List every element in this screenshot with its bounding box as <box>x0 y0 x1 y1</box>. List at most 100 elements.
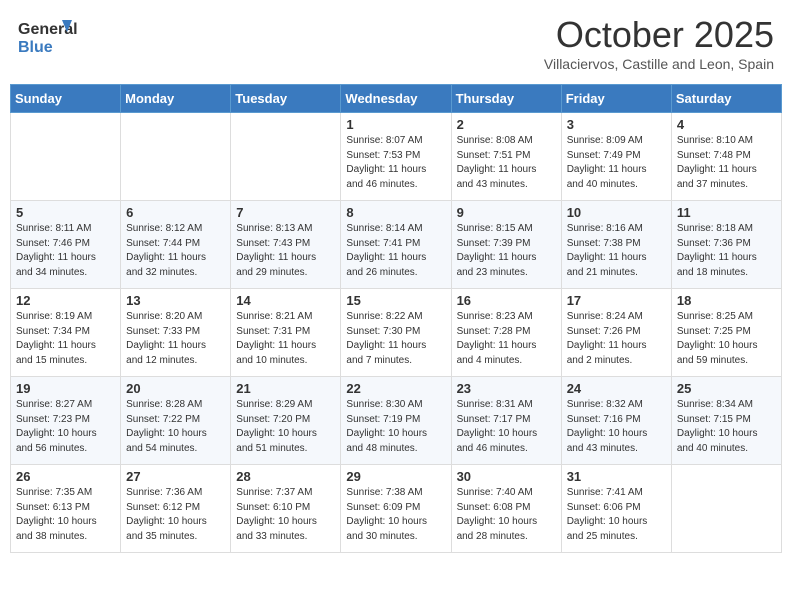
day-info: Sunrise: 8:19 AM Sunset: 7:34 PM Dayligh… <box>16 310 115 368</box>
calendar-cell: 10 Sunrise: 8:16 AM Sunset: 7:38 PM Dayli… <box>561 201 671 289</box>
calendar-cell: 5Sunrise: 8:11 AM Sunset: 7:46 PM Daylig… <box>11 201 121 289</box>
col-friday: Friday <box>561 85 671 113</box>
calendar-header: Sunday Monday Tuesday Wednesday Thursday… <box>11 85 782 113</box>
day-info: Sunrise: 8:29 AM Sunset: 7:20 PM Dayligh… <box>236 398 335 456</box>
day-info: Sunrise: 7:40 AM Sunset: 6:08 PM Dayligh… <box>457 486 556 544</box>
day-info: Sunrise: 8:28 AM Sunset: 7:22 PM Dayligh… <box>126 398 225 456</box>
day-info: Sunrise: 8:22 AM Sunset: 7:30 PM Dayligh… <box>346 310 445 368</box>
day-number: 29 <box>346 469 445 484</box>
col-sunday: Sunday <box>11 85 121 113</box>
col-monday: Monday <box>121 85 231 113</box>
day-info: Sunrise: 7:41 AM Sunset: 6:06 PM Dayligh… <box>567 486 666 544</box>
month-title: October 2025 <box>544 14 774 56</box>
day-info: Sunrise: 8:31 AM Sunset: 7:17 PM Dayligh… <box>457 398 556 456</box>
day-info: Sunrise: 8:15 AM Sunset: 7:39 PM Dayligh… <box>457 222 556 280</box>
calendar-cell <box>231 113 341 201</box>
calendar-cell: 9Sunrise: 8:15 AM Sunset: 7:39 PM Daylig… <box>451 201 561 289</box>
calendar-cell: 16 Sunrise: 8:23 AM Sunset: 7:28 PM Dayli… <box>451 289 561 377</box>
col-tuesday: Tuesday <box>231 85 341 113</box>
day-info: Sunrise: 8:21 AM Sunset: 7:31 PM Dayligh… <box>236 310 335 368</box>
calendar-week-5: 26 Sunrise: 7:35 AM Sunset: 6:13 PM Dayli… <box>11 465 782 553</box>
calendar-cell: 27Sunrise: 7:36 AM Sunset: 6:12 PM Dayli… <box>121 465 231 553</box>
day-info: Sunrise: 8:32 AM Sunset: 7:16 PM Dayligh… <box>567 398 666 456</box>
svg-text:Blue: Blue <box>18 39 53 56</box>
day-number: 18 <box>677 293 776 308</box>
location-subtitle: Villaciervos, Castille and Leon, Spain <box>544 56 774 72</box>
day-info: Sunrise: 8:09 AM Sunset: 7:49 PM Dayligh… <box>567 134 666 192</box>
col-saturday: Saturday <box>671 85 781 113</box>
calendar-week-4: 19 Sunrise: 8:27 AM Sunset: 7:23 PM Dayli… <box>11 377 782 465</box>
calendar-cell: 30Sunrise: 7:40 AM Sunset: 6:08 PM Dayli… <box>451 465 561 553</box>
day-info: Sunrise: 8:12 AM Sunset: 7:44 PM Dayligh… <box>126 222 225 280</box>
day-number: 10 <box>567 205 666 220</box>
calendar-cell: 23 Sunrise: 8:31 AM Sunset: 7:17 PM Dayli… <box>451 377 561 465</box>
day-info: Sunrise: 8:24 AM Sunset: 7:26 PM Dayligh… <box>567 310 666 368</box>
day-info: Sunrise: 8:23 AM Sunset: 7:28 PM Dayligh… <box>457 310 556 368</box>
day-number: 1 <box>346 117 445 132</box>
day-info: Sunrise: 8:18 AM Sunset: 7:36 PM Dayligh… <box>677 222 776 280</box>
logo-icon: General Blue <box>18 14 78 58</box>
day-number: 20 <box>126 381 225 396</box>
calendar-cell: 12Sunrise: 8:19 AM Sunset: 7:34 PM Dayli… <box>11 289 121 377</box>
day-info: Sunrise: 7:38 AM Sunset: 6:09 PM Dayligh… <box>346 486 445 544</box>
calendar-cell: 3 Sunrise: 8:09 AM Sunset: 7:49 PM Daylig… <box>561 113 671 201</box>
calendar-cell: 28Sunrise: 7:37 AM Sunset: 6:10 PM Dayli… <box>231 465 341 553</box>
logo: General Blue <box>18 14 78 58</box>
calendar-cell: 13 Sunrise: 8:20 AM Sunset: 7:33 PM Dayli… <box>121 289 231 377</box>
day-number: 3 <box>567 117 666 132</box>
day-number: 21 <box>236 381 335 396</box>
day-number: 17 <box>567 293 666 308</box>
day-info: Sunrise: 8:13 AM Sunset: 7:43 PM Dayligh… <box>236 222 335 280</box>
day-number: 13 <box>126 293 225 308</box>
day-number: 25 <box>677 381 776 396</box>
day-info: Sunrise: 8:16 AM Sunset: 7:38 PM Dayligh… <box>567 222 666 280</box>
day-info: Sunrise: 8:20 AM Sunset: 7:33 PM Dayligh… <box>126 310 225 368</box>
day-number: 19 <box>16 381 115 396</box>
day-number: 26 <box>16 469 115 484</box>
calendar-cell: 29 Sunrise: 7:38 AM Sunset: 6:09 PM Dayli… <box>341 465 451 553</box>
day-number: 4 <box>677 117 776 132</box>
day-number: 2 <box>457 117 556 132</box>
calendar-cell: 7 Sunrise: 8:13 AM Sunset: 7:43 PM Daylig… <box>231 201 341 289</box>
calendar-cell: 17 Sunrise: 8:24 AM Sunset: 7:26 PM Dayli… <box>561 289 671 377</box>
header-row: Sunday Monday Tuesday Wednesday Thursday… <box>11 85 782 113</box>
calendar-cell <box>121 113 231 201</box>
calendar-week-1: 1 Sunrise: 8:07 AM Sunset: 7:53 PM Daylig… <box>11 113 782 201</box>
calendar-cell: 1 Sunrise: 8:07 AM Sunset: 7:53 PM Daylig… <box>341 113 451 201</box>
day-number: 5 <box>16 205 115 220</box>
calendar-cell: 4Sunrise: 8:10 AM Sunset: 7:48 PM Daylig… <box>671 113 781 201</box>
day-info: Sunrise: 8:27 AM Sunset: 7:23 PM Dayligh… <box>16 398 115 456</box>
day-info: Sunrise: 8:08 AM Sunset: 7:51 PM Dayligh… <box>457 134 556 192</box>
page-header: General Blue October 2025 Villaciervos, … <box>10 10 782 76</box>
day-number: 28 <box>236 469 335 484</box>
calendar-week-2: 5Sunrise: 8:11 AM Sunset: 7:46 PM Daylig… <box>11 201 782 289</box>
calendar-cell: 11 Sunrise: 8:18 AM Sunset: 7:36 PM Dayli… <box>671 201 781 289</box>
day-number: 14 <box>236 293 335 308</box>
calendar-cell: 26 Sunrise: 7:35 AM Sunset: 6:13 PM Dayli… <box>11 465 121 553</box>
day-number: 16 <box>457 293 556 308</box>
day-number: 15 <box>346 293 445 308</box>
day-info: Sunrise: 8:34 AM Sunset: 7:15 PM Dayligh… <box>677 398 776 456</box>
calendar-cell: 24Sunrise: 8:32 AM Sunset: 7:16 PM Dayli… <box>561 377 671 465</box>
day-info: Sunrise: 7:35 AM Sunset: 6:13 PM Dayligh… <box>16 486 115 544</box>
day-number: 31 <box>567 469 666 484</box>
calendar-cell: 22Sunrise: 8:30 AM Sunset: 7:19 PM Dayli… <box>341 377 451 465</box>
calendar-cell: 25 Sunrise: 8:34 AM Sunset: 7:15 PM Dayli… <box>671 377 781 465</box>
day-number: 6 <box>126 205 225 220</box>
day-number: 7 <box>236 205 335 220</box>
calendar-cell: 21 Sunrise: 8:29 AM Sunset: 7:20 PM Dayli… <box>231 377 341 465</box>
calendar-table: Sunday Monday Tuesday Wednesday Thursday… <box>10 84 782 553</box>
day-info: Sunrise: 8:07 AM Sunset: 7:53 PM Dayligh… <box>346 134 445 192</box>
day-number: 23 <box>457 381 556 396</box>
day-info: Sunrise: 8:14 AM Sunset: 7:41 PM Dayligh… <box>346 222 445 280</box>
day-number: 8 <box>346 205 445 220</box>
calendar-week-3: 12Sunrise: 8:19 AM Sunset: 7:34 PM Dayli… <box>11 289 782 377</box>
calendar-cell: 2 Sunrise: 8:08 AM Sunset: 7:51 PM Daylig… <box>451 113 561 201</box>
calendar-body: 1 Sunrise: 8:07 AM Sunset: 7:53 PM Daylig… <box>11 113 782 553</box>
day-number: 27 <box>126 469 225 484</box>
col-wednesday: Wednesday <box>341 85 451 113</box>
day-number: 11 <box>677 205 776 220</box>
calendar-cell <box>11 113 121 201</box>
title-block: October 2025 Villaciervos, Castille and … <box>544 14 774 72</box>
calendar-cell: 19 Sunrise: 8:27 AM Sunset: 7:23 PM Dayli… <box>11 377 121 465</box>
